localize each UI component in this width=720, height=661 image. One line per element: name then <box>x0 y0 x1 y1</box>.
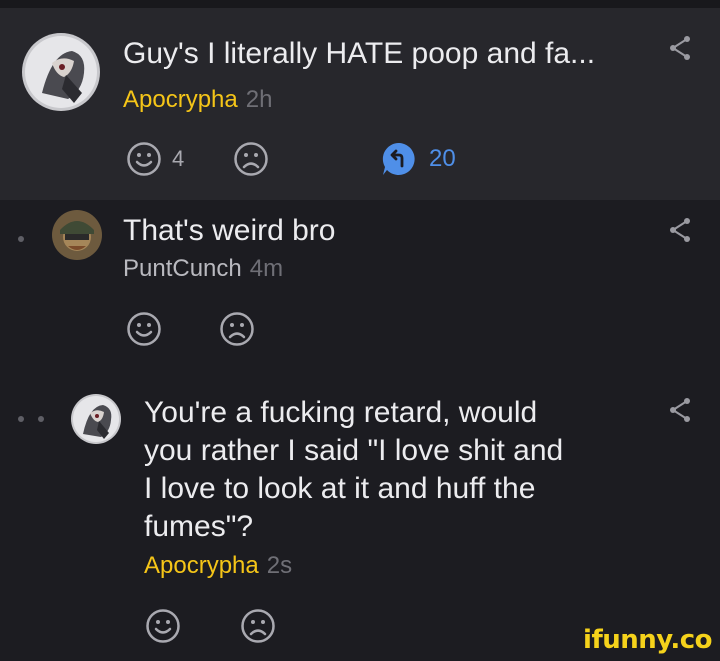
reply-bubble-icon <box>381 141 417 177</box>
sad-face-icon <box>240 608 276 644</box>
comment-3: You're a fucking retard, would you rathe… <box>0 380 720 661</box>
avatar[interactable] <box>22 33 100 111</box>
replies-button[interactable]: 20 <box>381 141 456 177</box>
ifunny-watermark: ifunny.co <box>583 625 712 655</box>
timestamp: 2s <box>266 552 293 579</box>
dislike-reaction[interactable] <box>240 608 276 644</box>
thread-depth-dot <box>18 416 24 422</box>
timestamp: 2h <box>245 86 273 113</box>
sad-face-icon <box>219 311 255 347</box>
smiley-icon <box>145 608 181 644</box>
comment-text-line: You're a fucking retard, would <box>144 396 538 429</box>
comment-2: That's weird bro PuntCunch 4m <box>0 200 720 380</box>
avatar[interactable] <box>71 394 121 444</box>
like-reaction[interactable] <box>145 608 181 644</box>
sad-face-icon <box>233 141 269 177</box>
thread-depth-dot <box>18 236 24 242</box>
dislike-reaction[interactable] <box>233 141 269 177</box>
author-name[interactable]: PuntCunch <box>123 255 242 282</box>
comment-text-line: I love to look at it and huff the <box>144 472 536 505</box>
smiley-icon <box>126 311 162 347</box>
thread-depth-dot <box>38 416 44 422</box>
share-icon[interactable] <box>667 34 693 62</box>
like-reaction[interactable]: 4 <box>126 141 184 177</box>
author-name[interactable]: Apocrypha <box>144 552 259 579</box>
dislike-reaction[interactable] <box>219 311 255 347</box>
avatar[interactable] <box>52 210 102 260</box>
share-icon[interactable] <box>667 396 693 424</box>
timestamp: 4m <box>249 255 284 282</box>
author-name[interactable]: Apocrypha <box>123 86 238 113</box>
comment-meta: Apocrypha 2s <box>144 551 292 581</box>
comment-meta: Apocrypha 2h <box>123 85 272 115</box>
comment-text-line: fumes"? <box>144 510 254 543</box>
replies-count: 20 <box>429 145 456 172</box>
comment-meta: PuntCunch 4m <box>123 254 283 284</box>
comment-text[interactable]: You're a fucking retard, would you rathe… <box>144 394 563 546</box>
smiley-icon <box>126 141 162 177</box>
like-reaction[interactable] <box>126 311 162 347</box>
comment-1: Guy's I literally HATE poop and fa... Ap… <box>0 8 720 200</box>
comment-text-line: you rather I said "I love shit and <box>144 434 564 467</box>
share-icon[interactable] <box>667 216 693 244</box>
like-count: 4 <box>172 146 185 171</box>
comment-text[interactable]: Guy's I literally HATE poop and fa... <box>123 35 595 73</box>
comment-text[interactable]: That's weird bro <box>123 212 335 250</box>
top-strip <box>0 0 720 8</box>
